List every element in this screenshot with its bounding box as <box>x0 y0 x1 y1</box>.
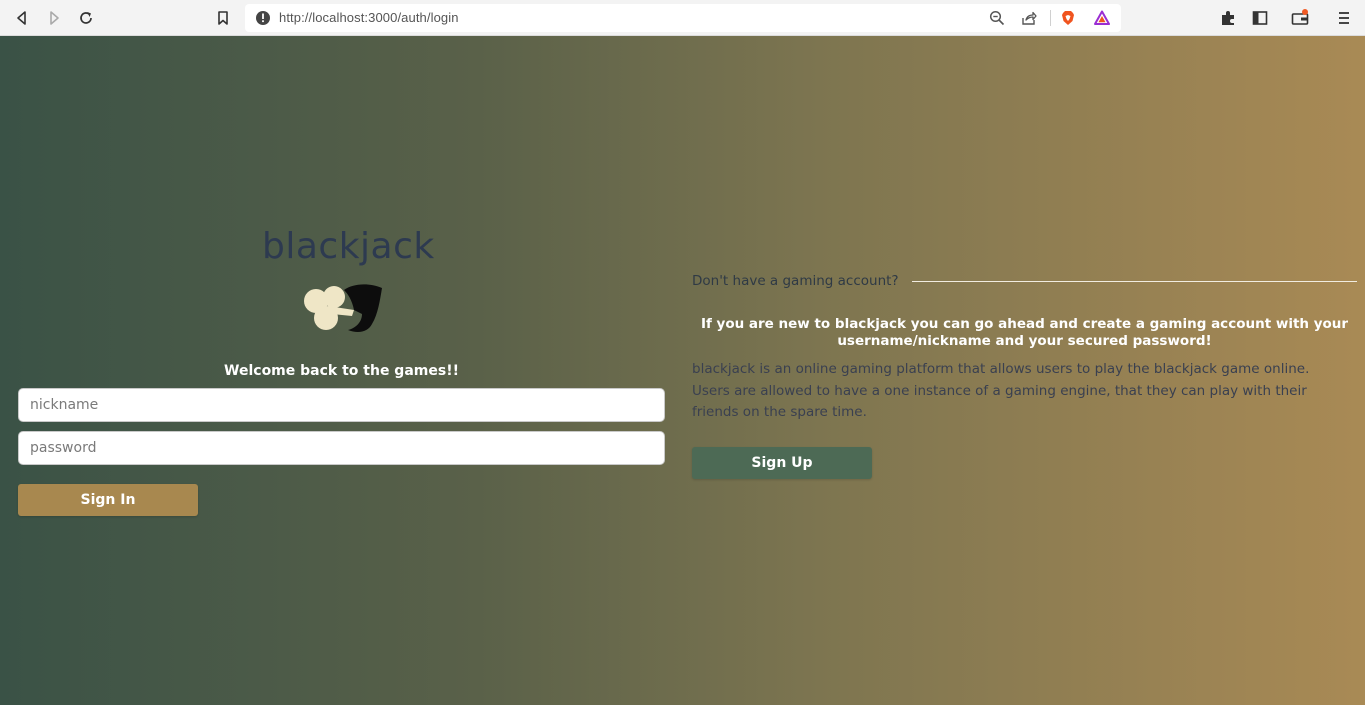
sign-up-button[interactable]: Sign Up <box>692 447 872 479</box>
zoom-icon[interactable] <box>989 10 1005 26</box>
address-divider <box>1050 10 1051 26</box>
address-bar[interactable]: http://localhost:3000/auth/login <box>245 4 1121 32</box>
signup-intro: If you are new to blackjack you can go a… <box>700 316 1349 349</box>
nickname-input[interactable] <box>18 388 665 422</box>
browser-toolbar: http://localhost:3000/auth/login <box>0 0 1365 36</box>
card-suit-logo-icon <box>304 284 382 332</box>
share-icon[interactable] <box>1021 10 1037 26</box>
menu-icon[interactable] <box>1335 9 1353 27</box>
url-text[interactable]: http://localhost:3000/auth/login <box>279 10 459 25</box>
brave-shield-icon[interactable] <box>1060 10 1076 26</box>
platform-description: blackjack is an online gaming platform t… <box>692 361 1310 420</box>
back-icon[interactable] <box>12 8 32 28</box>
sidebar-icon[interactable] <box>1251 9 1269 27</box>
wallet-icon[interactable] <box>1291 9 1309 27</box>
signup-heading: Don't have a gaming account? <box>692 273 899 289</box>
forward-icon[interactable] <box>44 8 64 28</box>
password-input[interactable] <box>18 431 665 465</box>
login-page: blackjack Welcome back to the games!! Si… <box>0 36 1365 705</box>
bookmark-icon[interactable] <box>213 8 233 28</box>
welcome-message: Welcome back to the games!! <box>224 363 459 379</box>
signup-heading-row: Don't have a gaming account? <box>692 273 1357 293</box>
extensions-icon[interactable] <box>1219 9 1237 27</box>
brand-title: blackjack <box>262 226 435 267</box>
reload-icon[interactable] <box>76 8 96 28</box>
heading-divider <box>912 281 1357 282</box>
sign-in-button[interactable]: Sign In <box>18 484 198 516</box>
site-info-icon[interactable] <box>255 10 271 26</box>
brave-rewards-icon[interactable] <box>1094 10 1110 26</box>
